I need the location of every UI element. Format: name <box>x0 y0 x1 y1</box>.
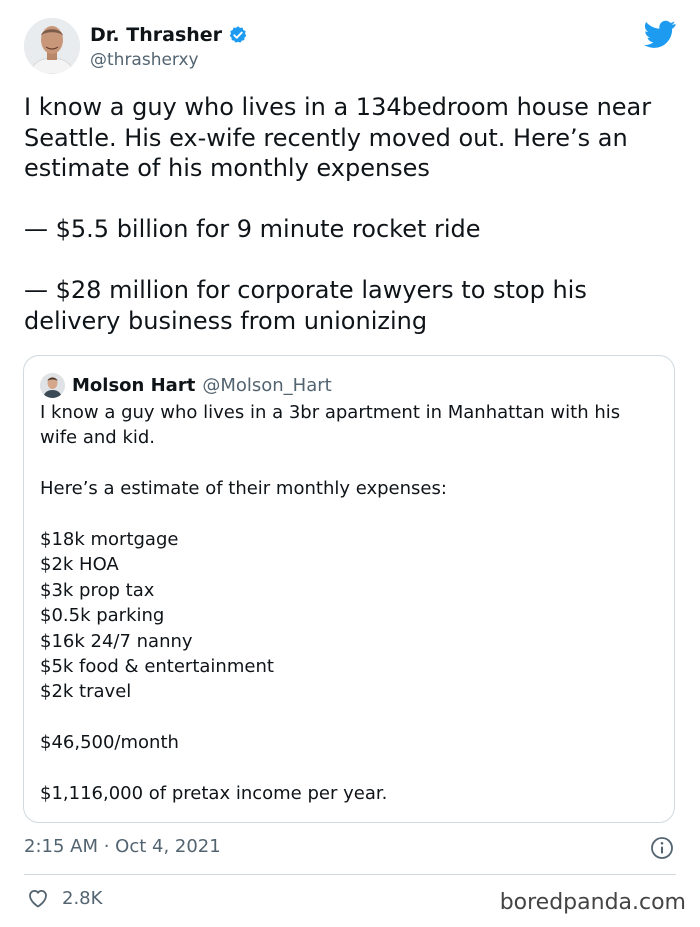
author-handle[interactable]: @thrasherxy <box>90 50 248 70</box>
expense-item: $3k prop tax <box>40 579 155 601</box>
expense-item: $16k 24/7 nanny <box>40 630 193 652</box>
like-count: 2.8K <box>62 887 103 909</box>
tweet-header: Dr. Thrasher @thrasherxy <box>24 18 676 80</box>
verified-badge-icon <box>229 26 247 43</box>
expense-total: $46,500/month <box>40 732 179 754</box>
quoted-tweet-text: I know a guy who lives in a 3br apartmen… <box>40 400 660 806</box>
expense-item: $5k food & entertainment <box>40 656 274 678</box>
quoted-author-handle: @Molson_Hart <box>202 374 332 396</box>
author-avatar[interactable] <box>24 18 80 74</box>
income-line: $1,116,000 of pretax income per year. <box>40 783 388 805</box>
author-names: Dr. Thrasher @thrasherxy <box>90 22 248 70</box>
tweet-paragraph: — $28 million for corporate lawyers to s… <box>24 276 587 335</box>
expense-item: $2k travel <box>40 681 132 703</box>
expense-item: $2k HOA <box>40 554 119 576</box>
twitter-bird-icon[interactable] <box>644 20 676 48</box>
divider <box>24 874 676 875</box>
like-action[interactable]: 2.8K <box>26 886 102 910</box>
quoted-tweet-card[interactable]: Molson Hart @Molson_Hart I know a guy wh… <box>23 355 675 823</box>
quoted-author-avatar[interactable] <box>40 372 65 398</box>
quote-line: wife and kid. <box>40 427 156 449</box>
expense-item: $18k mortgage <box>40 529 179 550</box>
watermark: boredpanda.com <box>499 890 686 915</box>
heart-icon[interactable] <box>26 886 50 910</box>
tweet-timestamp[interactable]: 2:15 AM · Oct 4, 2021 <box>24 836 221 857</box>
quote-line: I know a guy who lives in a 3br apartmen… <box>40 402 621 423</box>
tweet-paragraph: I know a guy who lives in a 134bedroom h… <box>24 93 652 182</box>
tweet-text: I know a guy who lives in a 134bedroom h… <box>24 92 676 336</box>
author-display-name[interactable]: Dr. Thrasher <box>90 24 222 46</box>
expense-item: $0.5k parking <box>40 605 165 627</box>
quoted-author-name: Molson Hart <box>72 374 196 396</box>
quoted-tweet-header: Molson Hart @Molson_Hart <box>40 372 332 398</box>
tweet-paragraph: — $5.5 billion for 9 minute rocket ride <box>24 215 481 243</box>
info-icon[interactable] <box>650 836 674 860</box>
quote-line: Here’s a estimate of their monthly expen… <box>40 478 447 500</box>
